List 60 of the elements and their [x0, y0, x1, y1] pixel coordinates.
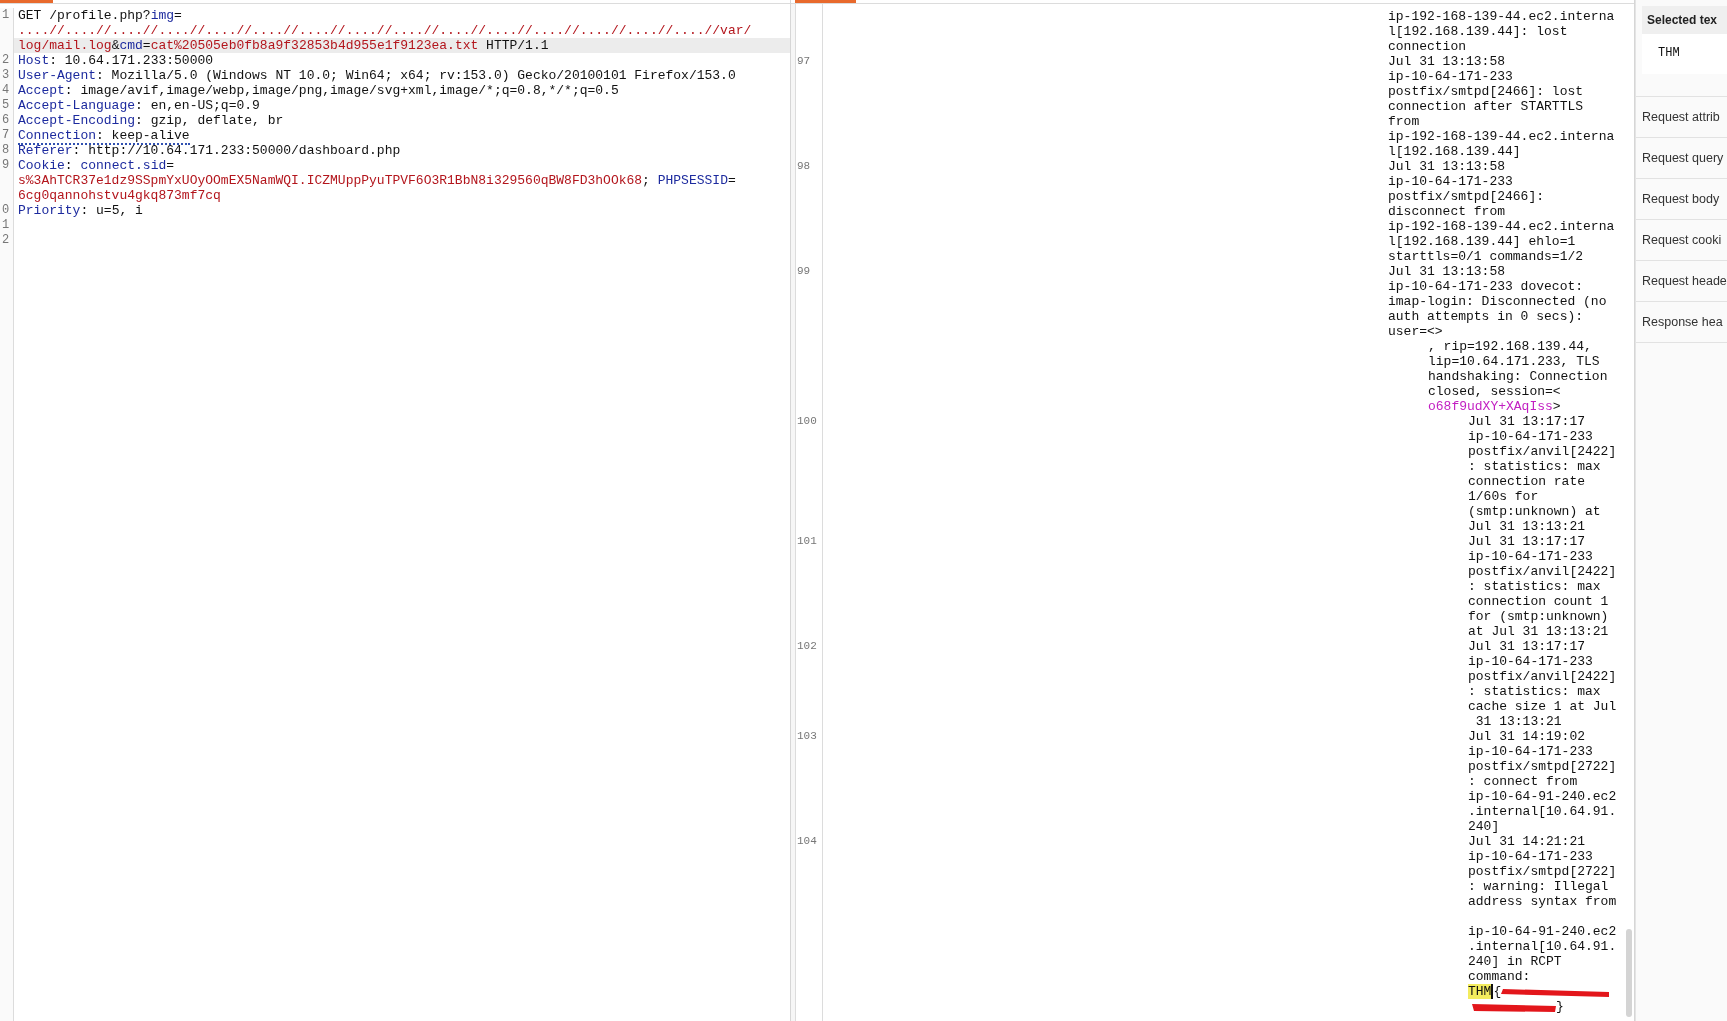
- line-number: 99: [796, 264, 812, 279]
- scrollbar[interactable]: [1626, 929, 1632, 1017]
- log-text: ip-192-168-139-44.ec2.interna l[192.168.139.44]: lost connection: [1388, 9, 1615, 54]
- line-number: 97: [796, 54, 812, 69]
- line-number: 7: [1, 128, 11, 143]
- line-number: 2: [1, 53, 11, 68]
- code-line: Connection: keep-alive: [17, 128, 191, 143]
- inspector-section[interactable]: Request heade: [1636, 261, 1727, 302]
- code-line: 6cg0qannohstvu4gkq873mf7cq: [17, 188, 222, 203]
- log-text: , rip=192.168.139.44, lip=10.64.171.233, TLS handshaking: Connection closed, session=<: [1428, 339, 1608, 399]
- line-number: 104: [796, 834, 818, 849]
- code-line: Priority: u=5, i: [17, 203, 144, 218]
- highlighted-text: THM: [1468, 984, 1494, 999]
- line-number: 1: [1, 8, 11, 24]
- inspector-section[interactable]: Response hea: [1636, 302, 1727, 343]
- line-number: 101: [796, 534, 818, 549]
- active-tab-indicator: [0, 0, 53, 3]
- log-text: Jul 31 13:17:17 ip-10-64-171-233 postfix/anvil[2422] : statistics: max connection count 1 for (smtp:unknown) at Jul 31 13:13:21: [1468, 534, 1617, 639]
- code-line: GET /profile.php?img=: [17, 8, 183, 23]
- line-number: 3: [1, 68, 11, 83]
- active-tab-indicator: [795, 0, 856, 3]
- log-text: Jul 31 13:13:58 ip-10-64-171-233 postfix/smtpd[2466]: disconnect from ip-192-168-139-44.ec2.interna l[192.168.139.44] ehlo=1 starttls=0/1 commands=1/2: [1388, 159, 1615, 264]
- code-line: ....//....//....//....//....//....//....//....//....//....//....//....//....//....//....//var/: [17, 23, 753, 38]
- line-number: 8: [1, 143, 11, 158]
- log-text: Jul 31 13:13:58 ip-10-64-171-233 dovecot: imap-login: Disconnected (no auth attempts in 0 secs): user=<>: [1388, 264, 1607, 339]
- code-line: User-Agent: Mozilla/5.0 (Windows NT 10.0; Win64; x64; rv:153.0) Gecko/20100101 Firefox/153.0: [17, 68, 737, 83]
- line-number: 100: [796, 414, 818, 429]
- inspector-section[interactable]: Request body: [1636, 179, 1727, 220]
- line-number: 9: [1, 158, 11, 174]
- code-line: Accept: image/avif,image/webp,image/png,image/svg+xml,image/*;q=0.8,*/*;q=0.5: [17, 83, 620, 98]
- code-line: Referer: http://10.64.171.233:50000/dashboard.php: [17, 143, 402, 158]
- line-number: 6: [1, 113, 11, 128]
- selected-text-value: THM: [1657, 45, 1681, 60]
- inspector-section[interactable]: Request cooki: [1636, 220, 1727, 261]
- code-line: Host: 10.64.171.233:50000: [17, 53, 215, 68]
- line-number: 102: [796, 639, 818, 654]
- log-text: ip-10-64-91-240.ec2 .internal[10.64.91. 240] in RCPT command:: [1468, 924, 1617, 984]
- line-number: 0: [1, 203, 11, 218]
- code-line: Accept-Encoding: gzip, deflate, br: [17, 113, 285, 128]
- line-number: 2: [1, 233, 11, 248]
- line-number: 1: [1, 218, 11, 233]
- line-number: 5: [1, 98, 11, 113]
- brace: {: [1493, 984, 1502, 999]
- code-line: Accept-Language: en,en-US;q=0.9: [17, 98, 261, 113]
- code-line: Cookie: connect.sid=: [17, 158, 176, 173]
- card-title: Selected tex: [1642, 6, 1727, 34]
- log-text: Jul 31 14:19:02 ip-10-64-171-233 postfix/smtpd[2722] : connect from ip-10-64-91-240.ec2 .internal[10.64.91. 240]: [1468, 729, 1617, 834]
- log-text: Jul 31 14:21:21 ip-10-64-171-233 postfix/smtpd[2722] : warning: Illegal address syntax from: [1468, 834, 1617, 909]
- request-editor[interactable]: [0, 8, 790, 1021]
- inspector-section[interactable]: Request query: [1636, 138, 1727, 179]
- log-text: Jul 31 13:17:17 ip-10-64-171-233 postfix/anvil[2422] : statistics: max cache size 1 at Jul 31 13:13:21: [1468, 639, 1617, 729]
- line-number: 98: [796, 159, 812, 174]
- log-text: Jul 31 13:17:17 ip-10-64-171-233 postfix/anvil[2422] : statistics: max connection rate 1/60s for (smtp:unknown) at Jul 31 13:13:21: [1468, 414, 1617, 534]
- code-line: s%3AhTCR37e1dz9SSpmYxUOyOOmEX5NamWQI.ICZMUppPyuTPVF6O3R1BbN8i329560qBW8FD3hOOk68; PHPSESSID=: [17, 173, 737, 188]
- log-text: Jul 31 13:13:58 ip-10-64-171-233 postfix/smtpd[2466]: lost connection after STARTTLS from ip-192-168-139-44.ec2.interna l[192.168.139.44]: [1388, 54, 1615, 159]
- log-text: o68f9udXY+XAqIss>: [1428, 399, 1561, 414]
- inspector-section[interactable]: Request attrib: [1636, 97, 1727, 138]
- line-number: 103: [796, 729, 818, 744]
- line-number: 4: [1, 83, 11, 98]
- brace: }: [1556, 999, 1564, 1014]
